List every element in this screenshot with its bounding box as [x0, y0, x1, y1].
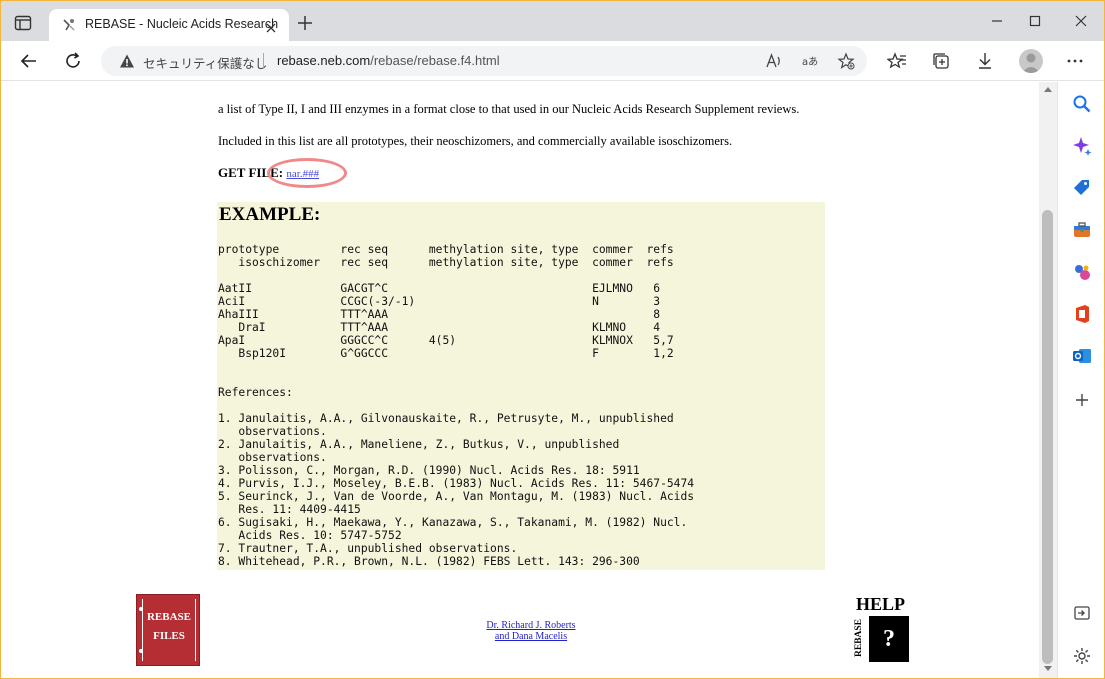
tab-title: REBASE - Nucleic Acids Research	[85, 17, 279, 31]
intro-text: a list of Type II, I and III enzymes in …	[218, 102, 800, 116]
page-content: a list of Type II, I and III enzymes in …	[1, 82, 1039, 678]
downloads-icon[interactable]	[975, 51, 995, 71]
url-text[interactable]: rebase.neb.com/rebase/rebase.f4.html	[277, 53, 500, 68]
collections-icon[interactable]	[931, 51, 951, 71]
sidebar-collapse-icon[interactable]	[1072, 603, 1092, 623]
tools-briefcase-icon[interactable]	[1072, 220, 1092, 240]
references-label: References:	[218, 386, 293, 399]
tab-actions-icon[interactable]	[13, 13, 33, 33]
rebase-files-button[interactable]: REBASE FILES	[136, 594, 200, 666]
reference-line: 8. Whitehead, P.R., Brown, N.L. (1982) F…	[218, 555, 640, 568]
reference-line: observations.	[218, 451, 327, 464]
read-aloud-icon[interactable]	[765, 52, 783, 70]
example-title: EXAMPLE:	[219, 204, 321, 225]
rebase-favicon-icon	[61, 17, 77, 33]
navigation-toolbar: セキュリティ保護なし rebase.neb.com/rebase/rebase.…	[1, 41, 1104, 81]
title-bar: REBASE - Nucleic Acids Research	[1, 1, 1104, 41]
credit-links: Dr. Richard J. Roberts and Dana Macelis	[441, 620, 621, 642]
help-rebase-label: REBASE	[854, 619, 864, 658]
close-window-icon[interactable]	[1073, 13, 1089, 29]
maximize-icon[interactable]	[1027, 13, 1043, 29]
roberts-link[interactable]: Dr. Richard J. Roberts	[441, 620, 621, 631]
example-block: EXAMPLE: prototype rec seq methylation s…	[217, 202, 825, 570]
rebase-files-line1: REBASE	[146, 611, 192, 623]
enzyme-row-aatii: AatII GACGT^C EJLMNO 6	[218, 282, 661, 295]
profile-avatar[interactable]	[1019, 49, 1043, 73]
scroll-up-arrow-icon[interactable]	[1044, 87, 1052, 92]
security-status[interactable]: セキュリティ保護なし	[143, 53, 267, 72]
reference-line: 6. Sugisaki, H., Maekawa, Y., Kanazawa, …	[218, 516, 688, 529]
enzyme-row-apai: ApaI GGGCC^C 4(5) KLMNOX 5,7	[218, 334, 674, 347]
minimize-icon[interactable]	[989, 13, 1005, 29]
games-icon[interactable]	[1072, 262, 1092, 282]
reference-line: 2. Janulaitis, A.A., Maneliene, Z., Butk…	[218, 438, 620, 451]
edge-sidebar	[1057, 82, 1104, 678]
reference-line: Res. 11: 4409-4415	[218, 503, 361, 516]
rebase-files-line2: FILES	[153, 630, 185, 642]
scroll-down-arrow-icon[interactable]	[1044, 666, 1052, 671]
more-options-icon[interactable]	[1065, 51, 1085, 71]
header-line-2: isoschizomer rec seq methylation site, t…	[218, 256, 674, 269]
macelis-link[interactable]: and Dana Macelis	[441, 631, 621, 642]
settings-gear-icon[interactable]	[1072, 646, 1092, 666]
address-separator	[263, 53, 264, 69]
url-host: rebase.neb.com	[277, 53, 371, 68]
address-bar[interactable]: セキュリティ保護なし rebase.neb.com/rebase/rebase.…	[101, 46, 867, 76]
add-favorite-icon[interactable]	[837, 52, 855, 70]
translate-icon[interactable]: aあ	[801, 52, 819, 70]
reference-line: 4. Purvis, I.J., Moseley, B.E.B. (1983) …	[218, 477, 695, 490]
enzyme-row-bsp120i: Bsp120I G^GGCCC F 1,2	[218, 347, 674, 360]
close-tab-icon[interactable]	[265, 19, 277, 33]
reference-line: Acids Res. 10: 5747-5752	[218, 529, 402, 542]
url-path: /rebase/rebase.f4.html	[370, 53, 500, 68]
header-line-1: prototype rec seq methylation site, type…	[218, 243, 674, 256]
scroll-thumb[interactable]	[1042, 210, 1053, 664]
enzyme-row-acii: AciI CCGC(-3/-1) N 3	[218, 295, 661, 308]
favorites-icon[interactable]	[886, 51, 907, 71]
tab-active[interactable]: REBASE - Nucleic Acids Research	[49, 9, 289, 41]
highlight-circle	[267, 158, 347, 188]
reference-line: 1. Janulaitis, A.A., Gilvonauskaite, R.,…	[218, 412, 674, 425]
vertical-scrollbar[interactable]	[1039, 82, 1057, 678]
included-text: Included in this list are all prototypes…	[218, 134, 733, 148]
warning-icon	[119, 53, 135, 69]
reference-line: 5. Seurinck, J., Van de Voorde, A., Van …	[218, 490, 695, 503]
enzyme-row-ahaiii: AhaIII TTT^AAA 8	[218, 308, 661, 321]
back-arrow-icon[interactable]	[19, 51, 39, 71]
reference-line: observations.	[218, 425, 327, 438]
reference-line: 7. Trautner, T.A., unpublished observati…	[218, 542, 518, 555]
reload-icon[interactable]	[63, 51, 83, 71]
outlook-icon[interactable]	[1072, 346, 1092, 366]
rebase-help-button[interactable]: HELP REBASE ?	[853, 594, 913, 663]
help-word: HELP	[856, 594, 906, 614]
copilot-sparkle-icon[interactable]	[1072, 136, 1092, 156]
add-sidebar-app-icon[interactable]	[1072, 390, 1092, 410]
help-question-icon: ?	[869, 616, 909, 662]
binder-ring	[139, 649, 143, 653]
enzyme-row-drai: DraI TTT^AAA KLMNO 4	[218, 321, 661, 334]
search-icon[interactable]	[1072, 94, 1092, 114]
browser-window: REBASE - Nucleic Acids Research セキュリティ保護…	[1, 1, 1104, 678]
office-icon[interactable]	[1072, 304, 1092, 324]
new-tab-icon[interactable]	[297, 15, 313, 31]
shopping-tag-icon[interactable]	[1072, 178, 1092, 198]
svg-text:aあ: aあ	[802, 56, 818, 68]
reference-line: 3. Polisson, C., Morgan, R.D. (1990) Nuc…	[218, 464, 640, 477]
